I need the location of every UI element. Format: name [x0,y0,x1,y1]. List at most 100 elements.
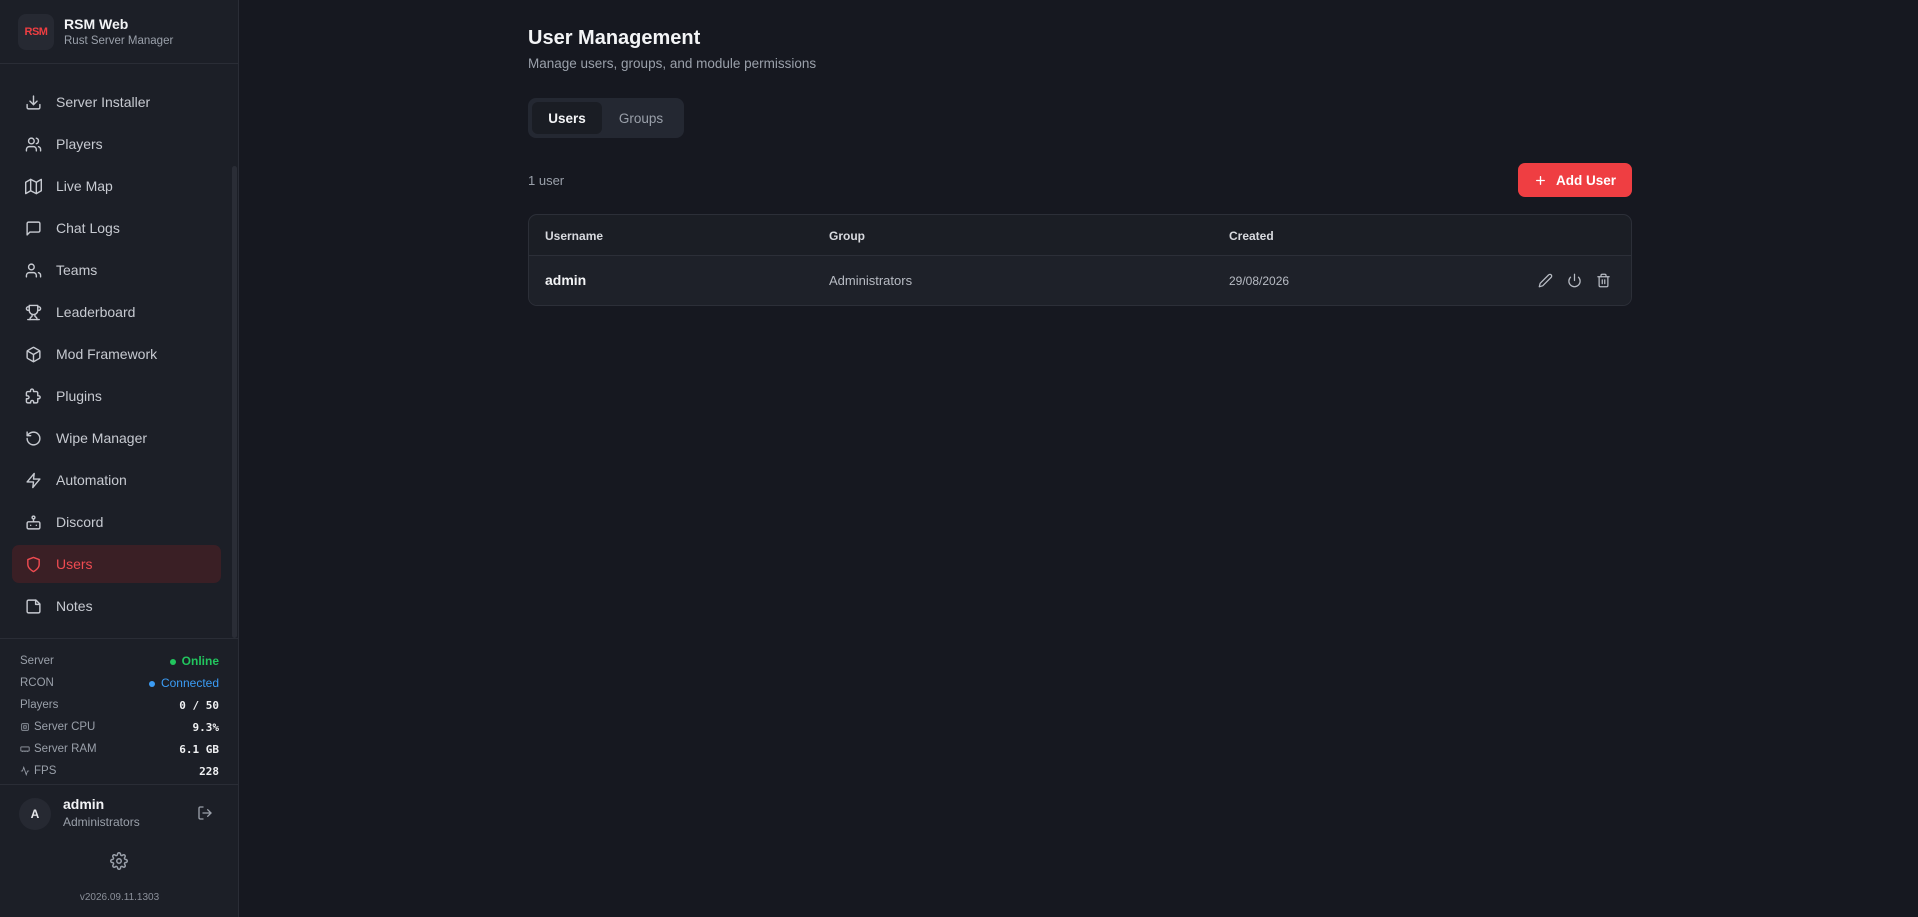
status-cpu: Server CPU 9.3% [20,717,219,737]
sidebar-item-users[interactable]: Users [12,545,221,583]
status-value: Connected [160,676,219,690]
sidebar-item-label: Live Map [56,178,113,194]
sidebar-item-wipe-manager[interactable]: Wipe Manager [12,419,221,457]
chat-icon [26,220,41,236]
tab-users[interactable]: Users [532,102,602,134]
sidebar-item-plugins[interactable]: Plugins [12,377,221,415]
memory-icon [20,746,30,752]
sidebar-item-server-installer[interactable]: Server Installer [12,83,221,121]
app-version: v2026.09.11.1303 [79,892,160,903]
brand-title: RSM Web [64,15,129,32]
edit-icon[interactable] [1538,273,1553,288]
sidebar-item-leaderboard[interactable]: Leaderboard [12,293,221,331]
brand-text: RSM Web Rust Server Manager [64,15,173,49]
sidebar-item-mod-framework[interactable]: Mod Framework [12,335,221,373]
sidebar-item-label: Plugins [56,388,102,404]
plus-icon [1536,175,1545,185]
status-fps: FPS 228 [20,761,219,781]
brand-subtitle: Rust Server Manager [64,34,174,47]
status-label: Server [20,655,54,667]
sidebar-item-label: Notes [56,598,93,614]
sidebar-item-automation[interactable]: Automation [12,461,221,499]
sidebar-nav: Server Installer Players Live Map Chat L… [0,64,239,638]
sidebar-item-players[interactable]: Players [12,125,221,163]
rotate-icon [26,430,41,446]
activity-icon [20,766,30,776]
status-badge: Connected [148,676,219,690]
brand-header[interactable]: RSM RSM Web Rust Server Manager [0,0,239,64]
note-icon [26,598,41,614]
status-players: Players 0 / 50 [20,695,219,715]
package-icon [26,346,41,362]
column-username: Username [545,229,604,243]
sidebar-item-label: Mod Framework [56,346,158,362]
avatar: A [19,798,51,830]
page-subtitle: Manage users, groups, and module permiss… [528,56,817,71]
status-server: Server Online [20,651,219,671]
sidebar-item-label: Wipe Manager [56,430,148,446]
current-user: A admin Administrators [0,786,239,838]
sidebar-item-label: Discord [56,514,104,530]
column-group: Group [829,229,865,243]
status-label: Server RAM [20,743,97,755]
sidebar-item-live-map[interactable]: Live Map [12,167,221,205]
status-label: RCON [20,677,54,689]
cell-username: admin [545,272,587,288]
power-icon[interactable] [1567,273,1582,288]
column-created: Created [1229,229,1274,243]
add-user-label: Add User [1555,172,1616,188]
logout-icon[interactable] [197,805,213,821]
bot-icon [26,514,41,530]
users-icon [25,136,42,152]
tab-groups[interactable]: Groups [602,102,680,134]
status-value: 0 / 50 [179,698,219,712]
current-user-name: admin [63,796,105,812]
status-rcon: RCON Connected [20,673,219,693]
page-title: User Management [528,27,701,49]
status-label-text: Server RAM [34,743,97,755]
add-user-button[interactable]: Add User [1518,163,1632,197]
puzzle-icon [25,387,41,404]
table-row[interactable]: admin Administrators 29/08/2026 [529,256,1631,305]
status-badge: Online [169,654,219,668]
sidebar-item-teams[interactable]: Teams [12,251,221,289]
sidebar-item-label: Users [56,556,93,572]
status-label-text: FPS [34,765,57,777]
status-value: Online [181,654,219,668]
cell-group: Administrators [829,273,913,288]
status-dot [169,658,176,665]
sidebar-item-hidden[interactable] [12,64,221,76]
sidebar-item-notes[interactable]: Notes [12,587,221,625]
status-ram: Server RAM 6.1 GB [20,739,219,759]
status-value: 6.1 GB [179,742,219,756]
shield-icon [27,556,40,572]
status-value: 9.3% [192,720,220,734]
sidebar-item-label: Teams [56,262,98,278]
gear-icon[interactable] [110,852,128,870]
sidebar-item-chat-logs[interactable]: Chat Logs [12,209,221,247]
sidebar-item-label: Automation [56,472,127,488]
gear-icon [25,64,42,66]
sidebar-item-discord[interactable]: Discord [12,503,221,541]
server-status-panel: Server Online RCON Connected Players 0 /… [0,638,239,785]
status-label: FPS [20,765,56,777]
status-label: Server CPU [20,721,95,733]
status-dot [148,680,155,687]
lightning-icon [26,472,41,488]
cell-created: 29/08/2026 [1229,274,1290,288]
tab-bar: Users Groups [528,98,684,138]
users-table: Username Group Created admin Administrat… [528,214,1632,306]
status-label-text: Server CPU [34,721,96,733]
sidebar-scrollbar[interactable] [232,166,237,638]
map-icon [25,178,42,194]
trophy-icon [25,304,42,320]
brand-logo: RSM [18,13,54,50]
trash-icon[interactable] [1596,273,1611,288]
cpu-icon [21,723,29,731]
user-count: 1 user [528,173,565,188]
table-header: Username Group Created [529,215,1631,256]
users-icon [25,262,42,278]
sidebar-item-label: Chat Logs [56,220,120,236]
sidebar-item-label: Players [56,136,103,152]
status-label: Players [20,699,59,711]
